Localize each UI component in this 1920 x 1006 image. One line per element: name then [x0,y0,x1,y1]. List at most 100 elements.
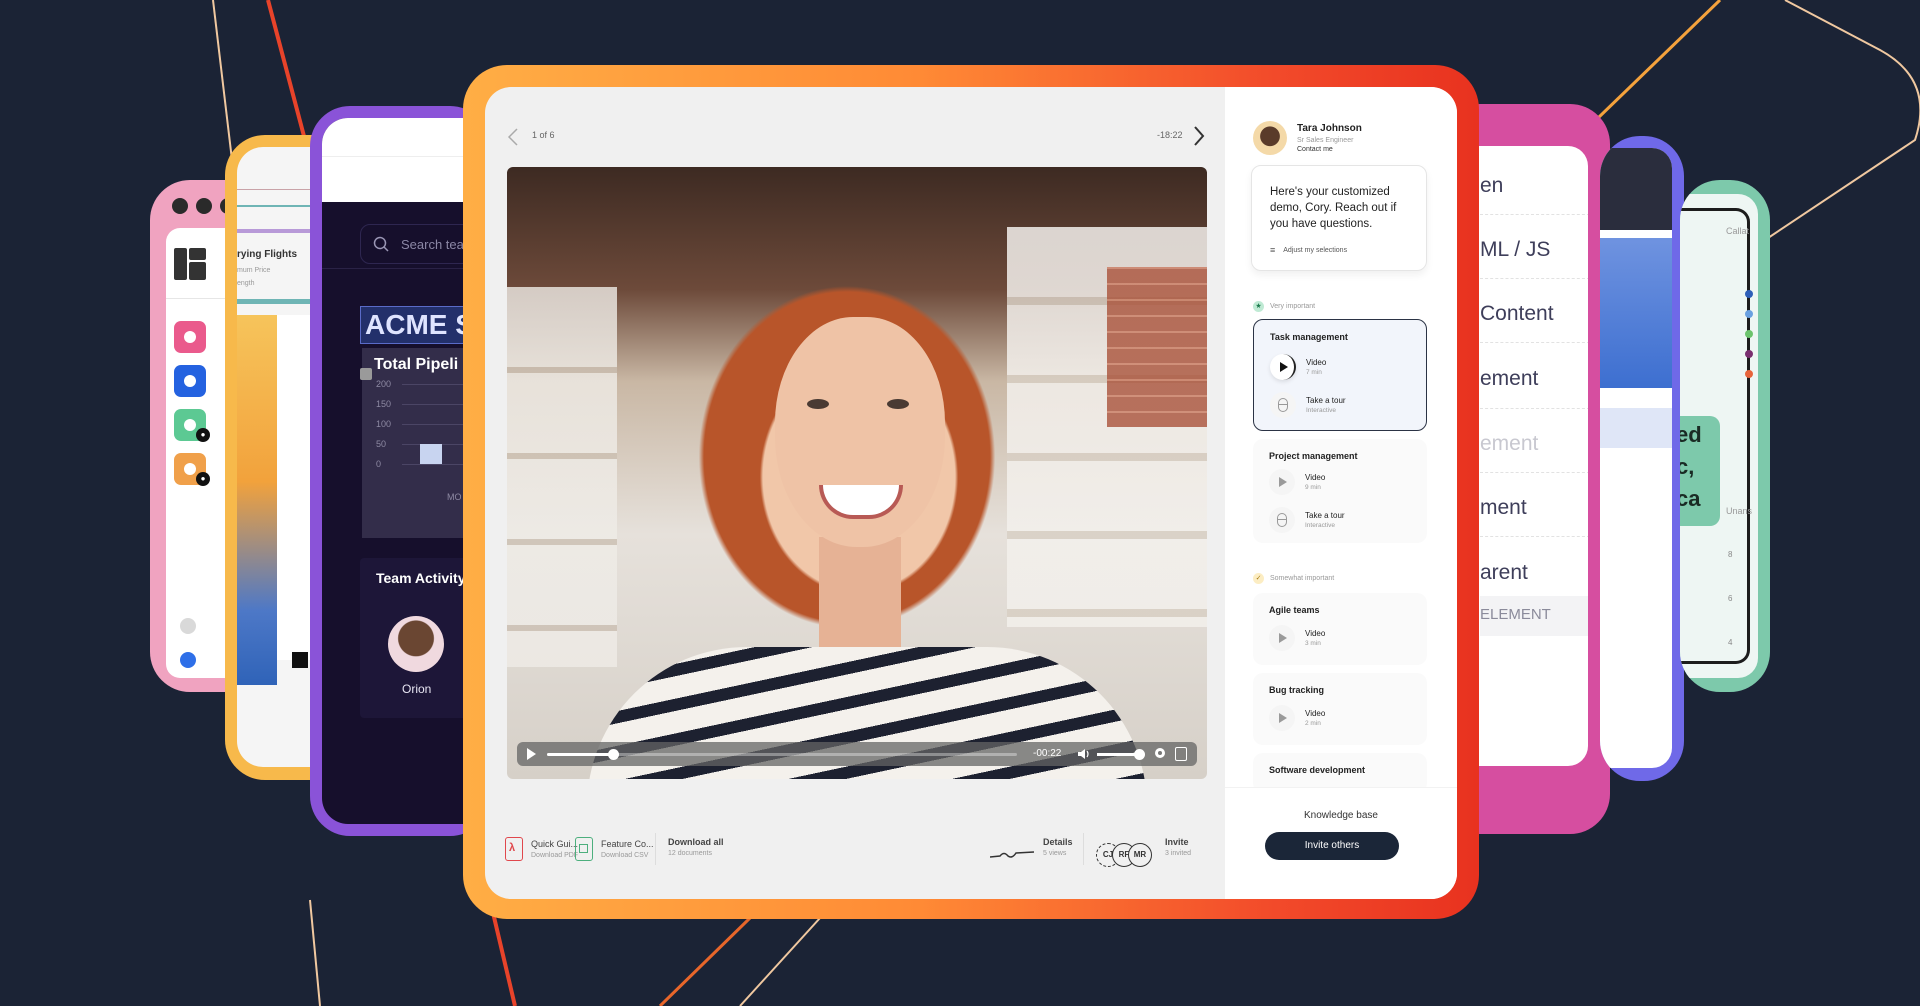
fullscreen-icon[interactable] [1175,747,1187,761]
previous-icon[interactable] [505,127,521,147]
contact-link[interactable]: Contact me [1297,146,1333,153]
tour-button[interactable] [1270,392,1296,418]
priority-label: Somewhat important [1270,575,1335,582]
invite-others-button[interactable]: Invite others [1265,832,1399,860]
app-icon-blue[interactable] [174,365,206,397]
tour-button[interactable] [1269,507,1295,533]
menu-item[interactable]: en [1480,174,1503,198]
topic-title: Project management [1269,451,1358,461]
x-axis-label: MO [447,492,462,502]
views-sparkline-icon [990,851,1034,858]
play-icon [1279,713,1287,723]
team-activity-title: Team Activity [376,570,466,586]
next-icon[interactable] [1191,125,1207,147]
volume-level [1097,753,1139,756]
settings-gear-icon[interactable] [1153,746,1167,760]
demo-sidebar: Tara Johnson Sr Sales Engineer Contact m… [1225,87,1457,899]
layout-icon [174,248,206,280]
knowledge-base-link[interactable]: Knowledge base [1225,810,1457,821]
adjust-selections-link[interactable]: ≡ Adjust my selections [1270,245,1347,255]
item-label: Video [1305,473,1326,482]
play-button[interactable] [1269,705,1295,731]
menu-item[interactable]: ement [1480,432,1538,456]
video-item[interactable]: Video 9 min [1269,469,1325,495]
sliders-icon: ≡ [1270,245,1276,255]
indigo-app-panel [1600,148,1672,768]
video-item[interactable]: Video 7 min [1270,354,1326,380]
menu-item[interactable]: Content [1480,302,1554,326]
presenter-avatar[interactable] [1253,121,1287,155]
mouse-icon [1277,513,1287,527]
divider [1083,833,1084,865]
details-link[interactable]: Details 5 views [1043,837,1073,857]
menu-item[interactable]: ement [1480,367,1538,391]
mouse-icon [1278,398,1288,412]
avatar[interactable]: MR [1128,843,1152,867]
priority-very-important: ★ Very important [1253,301,1315,312]
topic-project-management[interactable]: Project management Video 9 min Take a tou… [1253,439,1427,543]
topic-task-management[interactable]: Task management Video 7 min Take a tour In… [1253,319,1427,431]
message-text: Here's your customized demo, Cory. Reach… [1270,186,1397,230]
item-label: Video [1305,709,1326,718]
tour-item[interactable]: Take a tour Interactive [1269,507,1345,533]
status-dot[interactable] [180,618,196,634]
callout-box: ed c, ca [1680,416,1720,526]
doc-title: Feature Co... [601,839,654,849]
volume-handle[interactable] [1133,749,1145,760]
play-button[interactable] [1270,354,1296,380]
y-axis-tick: 0 [376,459,382,469]
download-all-link[interactable]: Download all 12 documents [668,837,724,857]
item-duration: 2 min [1305,720,1321,727]
volume-icon[interactable] [1077,747,1091,761]
callout-text: ca [1680,486,1701,511]
topic-bug-tracking[interactable]: Bug tracking Video 2 min [1253,673,1427,745]
lock-icon: ● [196,472,210,486]
invite-title: Invite [1165,837,1189,847]
deco-line [309,899,321,1006]
callout-text: ed [1680,422,1702,447]
play-button[interactable] [1269,625,1295,651]
divider [1480,472,1588,473]
play-icon[interactable] [527,748,536,760]
video-subject [887,399,909,409]
tour-item[interactable]: Take a tour Interactive [1270,392,1346,418]
invite-subtitle: 3 invited [1165,850,1192,857]
seek-progress [547,753,613,756]
divider [1480,408,1588,409]
download-all-title: Download all [668,837,724,847]
item-label: Video [1306,358,1327,367]
seek-handle[interactable] [607,749,619,760]
menu-item[interactable]: arent [1480,561,1528,585]
topic-title: Software development [1269,765,1366,775]
video-subject [807,399,829,409]
video-item[interactable]: Video 2 min [1269,705,1325,731]
refresh-icon[interactable] [360,368,372,380]
legend-dot [1745,290,1753,298]
status-dot[interactable] [180,652,196,668]
invite-link[interactable]: Invite 3 invited [1165,837,1191,857]
resources-bar: λ Quick Gui... Download PDF Feature Co...… [485,807,1225,899]
doc-csv[interactable]: Feature Co... Download CSV [575,837,654,861]
check-icon: ✓ [1253,573,1264,584]
play-icon [1280,362,1288,372]
menu-item[interactable]: ment [1480,496,1527,520]
doc-pdf[interactable]: λ Quick Gui... Download PDF [505,837,578,861]
green-app-panel: Callat ed c, ca Unans 8 6 4 [1680,194,1758,678]
avatar[interactable] [388,616,444,672]
volume-slider[interactable] [1097,749,1145,760]
video-player[interactable]: -00:22 [507,167,1207,779]
topic-agile-teams[interactable]: Agile teams Video 3 min [1253,593,1427,665]
terminal-icon[interactable] [292,652,308,668]
menu-footer: ELEMENT [1480,596,1588,636]
demo-player: 1 of 6 -18:22 -00:22 λ Quick Gui... Down… [485,87,1457,899]
deco-line [1596,0,1722,120]
details-subtitle: 5 views [1043,850,1067,857]
play-button[interactable] [1269,469,1295,495]
video-background [1107,267,1207,427]
video-item[interactable]: Video 3 min [1269,625,1325,651]
doc-title: Quick Gui... [531,839,579,849]
menu-item[interactable]: ML / JS [1480,238,1550,262]
app-icon-pink[interactable] [174,321,206,353]
seek-slider[interactable] [547,749,1017,760]
header-label: Callat [1726,226,1750,236]
